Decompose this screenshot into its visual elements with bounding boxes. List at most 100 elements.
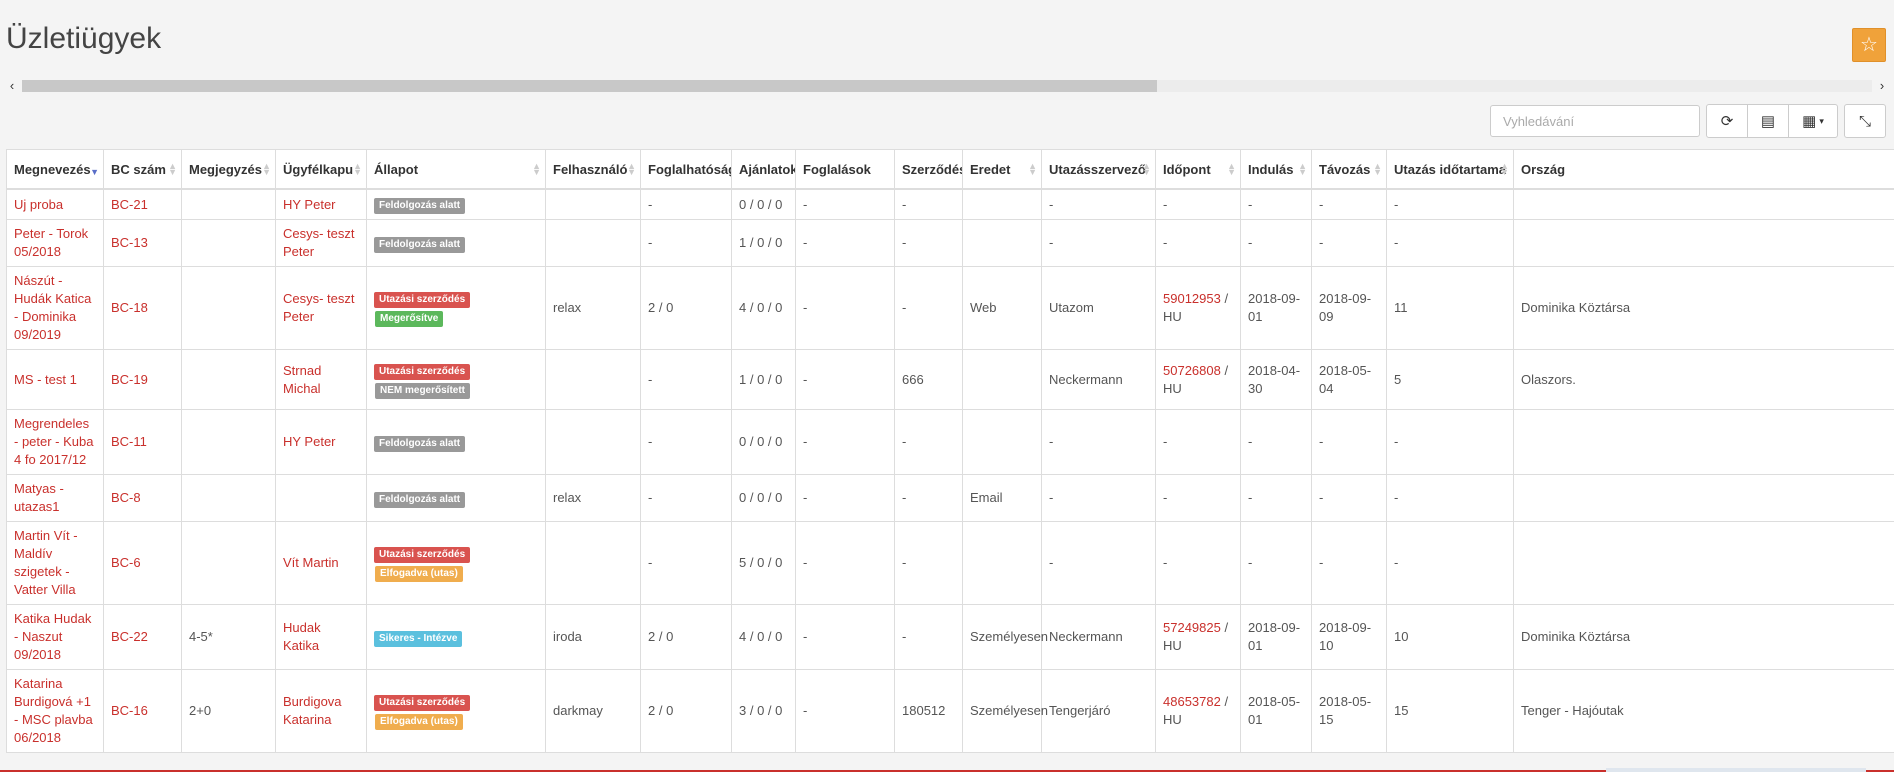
column-header-organizer[interactable]: Utazásszervező ▲ ▼ [1041, 149, 1156, 190]
table-row[interactable]: Megrendeles - peter - Kuba 4 fo 2017/12 B… [6, 409, 1894, 475]
bc-link[interactable]: BC-22 [111, 629, 148, 644]
time-link[interactable]: 57249825 [1163, 620, 1221, 635]
name-link[interactable]: Matyas - utazas1 [14, 481, 64, 514]
column-header-label: Állapot [374, 161, 419, 177]
name-link[interactable]: Peter - Torok 05/2018 [14, 226, 88, 259]
name-link[interactable]: Katarina Burdigová +1 - MSC plavba 06/20… [14, 676, 93, 745]
name-link[interactable]: Nászút - Hudák Katica - Dominika 09/2019 [14, 273, 91, 342]
cell-client: Cesys- teszt Peter [275, 266, 367, 350]
column-header-source[interactable]: Eredet ▲ ▼ [962, 149, 1042, 190]
table-row[interactable]: Matyas - utazas1 BC-8 Feldolgozás alatt rel… [6, 474, 1894, 522]
table-row[interactable]: Uj proba BC-21 HY Peter Feldolgozás alatt - 0… [6, 188, 1894, 220]
client-link[interactable]: Vít Martin [283, 555, 339, 570]
table-row[interactable]: Nászút - Hudák Katica - Dominika 09/2019… [6, 266, 1894, 350]
column-header-user[interactable]: Felhasználó ▲ ▼ [545, 149, 641, 190]
column-header-bc[interactable]: BC szám ▲ ▼ [103, 149, 182, 190]
avail-value: - [648, 490, 653, 505]
organizer-value: - [1049, 555, 1054, 570]
cell-offers: 4 / 0 / 0 [731, 266, 796, 350]
refresh-button[interactable]: ⟳ [1706, 104, 1748, 138]
client-link[interactable]: Strnad Michal [283, 363, 321, 396]
cell-duration: - [1386, 474, 1514, 522]
bc-link[interactable]: BC-13 [111, 235, 148, 250]
bc-link[interactable]: BC-18 [111, 300, 148, 315]
table-row[interactable]: Katarina Burdigová +1 - MSC plavba 06/20… [6, 669, 1894, 753]
client-link[interactable]: HY Peter [283, 197, 336, 212]
scroll-left-icon[interactable]: ‹ [5, 78, 19, 94]
cell-contract: - [894, 474, 963, 522]
table-button-group: ⟳ ▤ ▦ ▾ [1706, 104, 1838, 138]
cell-country [1513, 474, 1894, 522]
cell-avail: - [640, 188, 732, 220]
search-input[interactable] [1490, 105, 1700, 137]
cell-avail: - [640, 409, 732, 475]
organizer-value: Neckermann [1049, 371, 1123, 387]
cell-offers: 1 / 0 / 0 [731, 219, 796, 267]
column-header-depart[interactable]: Indulás ▲ ▼ [1240, 149, 1312, 190]
name-link[interactable]: Uj proba [14, 197, 63, 212]
column-header-client[interactable]: Ügyfélkapu ▲ ▼ [275, 149, 367, 190]
cell-status: Utazási szerződés Megerősítve [366, 266, 546, 350]
cell-country [1513, 521, 1894, 605]
collapse-button[interactable]: ⤡ [1844, 104, 1886, 138]
bc-link[interactable]: BC-21 [111, 197, 148, 212]
source-value: Email [970, 490, 1003, 505]
bc-link[interactable]: BC-8 [111, 490, 141, 505]
cell-avail: - [640, 521, 732, 605]
column-header-label: Utazásszervező [1049, 161, 1146, 177]
column-header-name[interactable]: Megnevezés ▼ [6, 149, 104, 190]
offers-value: 4 / 0 / 0 [739, 300, 783, 315]
cell-bookings: - [795, 219, 895, 267]
scrollbar-track[interactable] [22, 80, 1872, 92]
contract-value: - [902, 434, 907, 449]
cell-time: 59012953 / HU [1155, 266, 1241, 350]
client-link[interactable]: Burdigova Katarina [283, 694, 342, 727]
horizontal-scrollbar[interactable]: ‹ › [0, 78, 1894, 94]
client-link[interactable]: Cesys- teszt Peter [283, 291, 355, 324]
bc-link[interactable]: BC-11 [111, 434, 147, 449]
table-row[interactable]: Martin Vít - Maldív szigetek - Vatter Vi… [6, 521, 1894, 605]
column-header-label: Időpont [1163, 161, 1211, 177]
table-row[interactable]: MS - test 1 BC-19 Strnad Michal Utazási sze… [6, 349, 1894, 410]
column-header-note[interactable]: Megjegyzés ▲ ▼ [181, 149, 276, 190]
scroll-right-icon[interactable]: › [1875, 78, 1889, 94]
cell-note: 4-5* [181, 604, 276, 670]
depart-value: 2018-09-01 [1248, 291, 1301, 324]
name-link[interactable]: MS - test 1 [14, 372, 77, 387]
cell-status: Utazási szerződés NEM megerősített [366, 349, 546, 410]
table-row[interactable]: Peter - Torok 05/2018 BC-13 Cesys- teszt P… [6, 219, 1894, 267]
cell-organizer: Utazom [1041, 266, 1156, 350]
client-link[interactable]: HY Peter [283, 434, 336, 449]
time-link[interactable]: 50726808 [1163, 363, 1221, 378]
depart-value: 2018-04-30 [1248, 362, 1301, 396]
columns-dropdown-button[interactable]: ▦ ▾ [1788, 104, 1838, 138]
table-body: Uj proba BC-21 HY Peter Feldolgozás alatt - 0… [6, 188, 1894, 753]
column-header-return[interactable]: Távozás ▲ ▼ [1311, 149, 1387, 190]
bc-link[interactable]: BC-19 [111, 372, 148, 387]
favorite-button[interactable]: ☆ [1852, 28, 1886, 62]
cell-time: - [1155, 474, 1241, 522]
bc-link[interactable]: BC-6 [111, 555, 141, 570]
cell-organizer: Tengerjáró [1041, 669, 1156, 753]
time-link[interactable]: 59012953 [1163, 291, 1221, 306]
column-header-status[interactable]: Állapot ▲ ▼ [366, 149, 546, 190]
client-link[interactable]: Hudak Katika [283, 620, 321, 653]
cell-client: Vít Martin [275, 521, 367, 605]
column-header-label: Ajánlatok [739, 161, 796, 177]
column-header-time[interactable]: Időpont ▲ ▼ [1155, 149, 1241, 190]
cell-status: Feldolgozás alatt [366, 474, 546, 522]
columns-icon: ▦ [1802, 113, 1817, 130]
column-header-duration[interactable]: Utazás időtartama ▲ ▼ [1386, 149, 1514, 190]
name-link[interactable]: Katika Hudak - Naszut 09/2018 [14, 611, 91, 662]
scrollbar-thumb[interactable] [22, 80, 1157, 92]
name-link[interactable]: Megrendeles - peter - Kuba 4 fo 2017/12 [14, 416, 94, 467]
name-link[interactable]: Martin Vít - Maldív szigetek - Vatter Vi… [14, 528, 78, 597]
bookings-value: - [803, 235, 808, 250]
client-link[interactable]: Cesys- teszt Peter [283, 226, 355, 259]
time-link[interactable]: 48653782 [1163, 694, 1221, 709]
toggle-view-button[interactable]: ▤ [1747, 104, 1789, 138]
column-header-avail: Foglalhatóság [640, 149, 732, 190]
table-row[interactable]: Katika Hudak - Naszut 09/2018 BC-22 4-5* Hu… [6, 604, 1894, 670]
organizer-value: Tengerjáró [1049, 703, 1111, 718]
bc-link[interactable]: BC-16 [111, 703, 148, 718]
